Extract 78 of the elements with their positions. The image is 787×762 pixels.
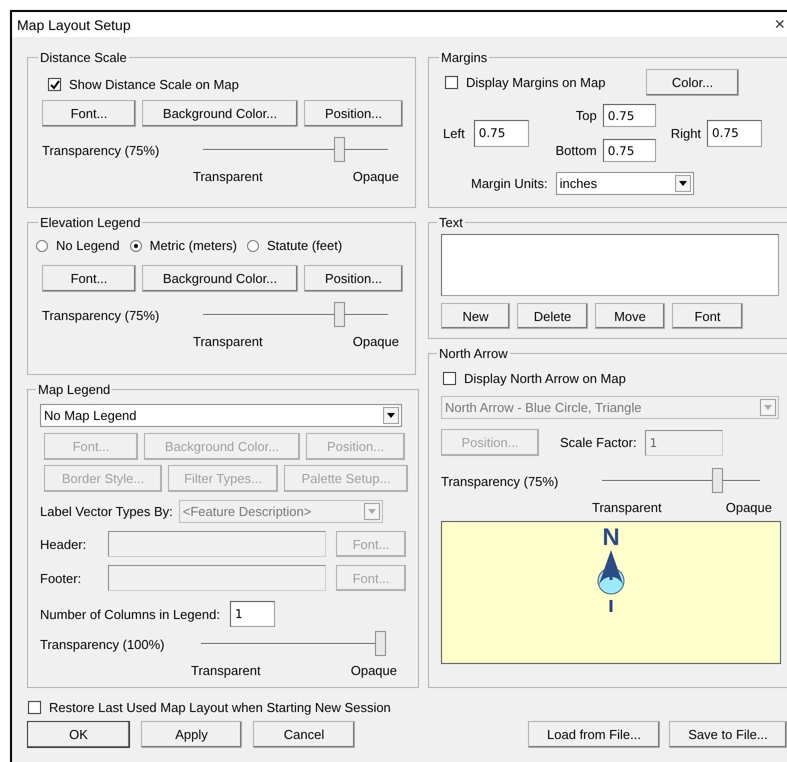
scale-label: Transparent — [193, 334, 263, 349]
checkbox-label: Restore Last Used Map Layout when Starting New Session — [49, 700, 391, 715]
color-button[interactable]: Color... — [646, 69, 739, 96]
move-button[interactable]: Move — [595, 303, 665, 329]
legend-dropdown[interactable]: No Map Legend — [40, 404, 402, 427]
radio-button[interactable] — [247, 240, 260, 252]
save-to-file-button[interactable]: Save to File... — [669, 721, 787, 748]
font-button[interactable]: Font... — [42, 100, 136, 127]
font-button[interactable]: Font — [672, 303, 743, 329]
transparency-slider[interactable] — [602, 468, 760, 494]
scale-label: Opaque — [350, 663, 397, 678]
ok-button[interactable]: OK — [27, 721, 130, 748]
cancel-button[interactable]: Cancel — [253, 721, 355, 748]
top-margin-field[interactable]: 0.75 — [602, 104, 656, 127]
radio-label: No Legend — [56, 238, 120, 253]
right-margin-field[interactable]: 0.75 — [707, 120, 762, 146]
checkbox[interactable] — [48, 78, 61, 91]
transparency-slider[interactable] — [203, 137, 388, 163]
field-label: Footer: — [40, 570, 82, 586]
scale-label: Transparent — [191, 663, 261, 678]
scale-label: Opaque — [352, 169, 399, 184]
field-label: Label Vector Types By: — [40, 504, 173, 519]
field-label: Number of Columns in Legend: — [40, 606, 220, 622]
checkbox-label: Show Distance Scale on Map — [69, 77, 239, 92]
field-label: Header: — [40, 536, 88, 552]
field-label: Scale Factor: — [560, 435, 637, 450]
group-title: Distance Scale — [39, 50, 128, 65]
radio-button[interactable] — [36, 240, 48, 252]
scale-label: Opaque — [352, 334, 399, 349]
checkbox[interactable] — [28, 701, 41, 714]
slider-thumb[interactable] — [334, 302, 344, 327]
north-label: N — [602, 526, 620, 550]
transparency-label: Transparency (75%) — [42, 142, 160, 158]
position-button[interactable]: Position... — [304, 265, 403, 292]
checkbox-label: Display Margins on Map — [466, 75, 606, 90]
radio-label: Statute (feet) — [267, 238, 342, 253]
radio-button[interactable] — [130, 240, 142, 252]
left-margin-field[interactable]: 0.75 — [474, 120, 529, 146]
font-button[interactable]: Font... — [42, 265, 136, 292]
transparency-label: Transparency (75%) — [441, 474, 560, 488]
checkbox[interactable] — [443, 372, 456, 385]
transparency-label: Transparency (75%) — [42, 308, 160, 322]
slider-thumb[interactable] — [375, 631, 386, 656]
columns-field[interactable]: 1 — [230, 601, 275, 627]
scale-label: Opaque — [726, 500, 772, 515]
field-label: Left — [443, 126, 465, 140]
field-label: Bottom — [556, 143, 597, 158]
units-dropdown[interactable]: inches — [556, 172, 694, 195]
transparency-label: Transparency (100%) — [40, 636, 166, 652]
window-title: Map Layout Setup — [17, 16, 131, 32]
transparency-slider[interactable] — [203, 302, 388, 328]
group-title: Map Legend — [37, 382, 112, 397]
delete-button[interactable]: Delete — [517, 303, 588, 329]
group-title: North Arrow — [438, 346, 509, 361]
field-label: Top — [576, 108, 597, 123]
scale-label: Transparent — [193, 169, 263, 184]
group-title: Margins — [440, 50, 488, 65]
slider-thumb[interactable] — [712, 468, 724, 493]
group-title: Elevation Legend — [39, 215, 142, 230]
slider-thumb[interactable] — [334, 137, 344, 162]
checkbox-label: Display North Arrow on Map — [464, 371, 626, 386]
text-list[interactable] — [441, 234, 779, 296]
north-arrow-icon — [596, 550, 626, 612]
close-button[interactable]: × — [774, 14, 785, 35]
transparency-slider[interactable] — [201, 631, 386, 657]
background-color-button[interactable]: Background Color... — [142, 265, 298, 292]
checkbox[interactable] — [445, 76, 458, 89]
radio-label: Metric (meters) — [150, 238, 238, 253]
field-label: Right — [670, 126, 702, 140]
background-color-button[interactable]: Background Color... — [142, 100, 298, 127]
field-label: Margin Units: — [471, 176, 548, 191]
group-title: Text — [438, 215, 464, 230]
position-button[interactable]: Position... — [304, 100, 403, 127]
load-from-file-button[interactable]: Load from File... — [528, 721, 660, 748]
apply-button[interactable]: Apply — [141, 721, 242, 748]
bottom-margin-field[interactable]: 0.75 — [602, 139, 656, 162]
scale-label: Transparent — [592, 500, 662, 515]
new-button[interactable]: New — [441, 303, 510, 329]
